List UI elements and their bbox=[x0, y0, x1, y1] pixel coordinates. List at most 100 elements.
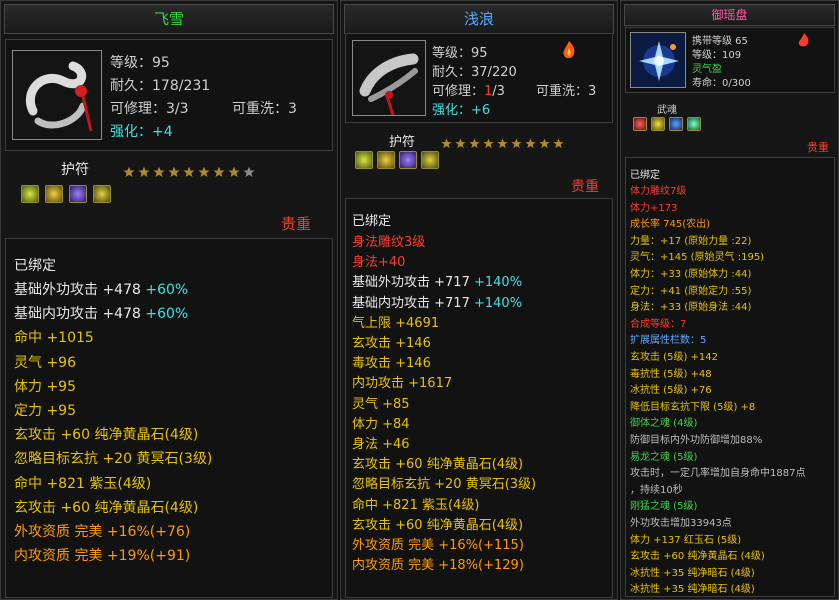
stat-text: 灵气 +85 bbox=[352, 396, 410, 412]
stat-text: 玄攻击 +60 纯净黄晶石 (4级) bbox=[630, 551, 765, 563]
item-image bbox=[352, 40, 426, 116]
stat-text: 外攻资质 完美 +16%(+76) bbox=[14, 524, 191, 540]
stat-text: 冰抗性 +35 纯净暗石 (4级) bbox=[630, 584, 755, 596]
item-title-bar: 飞雪 bbox=[4, 4, 334, 34]
stat-text: 忽略目标玄抗 +20 黄冥石(3级) bbox=[352, 477, 537, 493]
stat-text: 毒攻击 +146 bbox=[352, 356, 431, 372]
stat-line: 气上限 +4691 bbox=[352, 312, 439, 331]
item-tooltip-feixue: 飞雪 等级：95 耐久：178/231 可修理：3/3 可重洗：3 强化：+4 … bbox=[0, 0, 338, 600]
stat-line: 外功攻击增加33943点 bbox=[630, 514, 732, 529]
stat-text: 内攻资质 完美 +18%(+129) bbox=[352, 558, 524, 574]
star-filled-icon bbox=[441, 138, 452, 149]
star-rating bbox=[441, 133, 567, 152]
item-repair: 可修理：3/3 bbox=[110, 101, 189, 117]
star-filled-icon bbox=[198, 166, 210, 177]
bound-status: 已绑定 bbox=[14, 258, 56, 274]
stat-line: 体力 +84 bbox=[352, 413, 410, 432]
stat-line: 身法 +46 bbox=[352, 433, 410, 452]
strengthen-value: +4 bbox=[152, 124, 173, 140]
stat-text: 刚猛之魂 (5级) bbox=[630, 501, 698, 513]
item-title: 御瑶盘 bbox=[711, 8, 748, 22]
stat-text: 命中 +1015 bbox=[14, 330, 94, 347]
yellow-gem-icon bbox=[93, 185, 111, 203]
item-image bbox=[12, 50, 102, 140]
stat-list-box: 已绑定 基础外功攻击 +478 +60% 基础内功攻击 +478 +60% 命中 +… bbox=[5, 238, 333, 598]
fire-icon bbox=[563, 41, 575, 59]
star-filled-icon bbox=[153, 166, 165, 177]
stat-line: 降低目标玄抗下限 (5级) +8 bbox=[630, 398, 755, 413]
stat-bonus: +140% bbox=[473, 295, 523, 311]
stat-line: 基础内功攻击 +478 +60% bbox=[14, 303, 188, 323]
stat-text: 内攻资质 完美 +19%(+91) bbox=[14, 548, 191, 565]
item-title: 飞雪 bbox=[153, 10, 184, 28]
stat-text: 玄攻击 (5级) +142 bbox=[630, 352, 718, 363]
stat-line: 内攻资质 完美 +19%(+91) bbox=[14, 545, 190, 565]
item-title-bar: 浅浪 bbox=[344, 4, 614, 34]
stat-text: 体力 +84 bbox=[352, 416, 410, 432]
stat-line: 内攻资质 完美 +18%(+129) bbox=[352, 554, 524, 573]
stat-line: ，持续10秒 bbox=[630, 481, 683, 496]
stat-line: 忽略目标玄抗 +20 黄冥石(3级) bbox=[352, 473, 536, 492]
star-filled-icon bbox=[123, 166, 135, 177]
star-filled-icon bbox=[525, 138, 536, 149]
durability-label: 耐久： bbox=[432, 65, 472, 80]
item-rewash: 可重洗：3 bbox=[232, 101, 297, 117]
stat-text: 体力：+33 (原始体力 :44) bbox=[630, 269, 752, 280]
stat-line: 玄攻击 +146 bbox=[352, 332, 431, 351]
yellow-gem-icon bbox=[421, 151, 439, 169]
stat-line: 体力雕纹7级 bbox=[630, 182, 686, 197]
stat-line: 刚猛之魂 (5级) bbox=[630, 497, 697, 512]
stat-text: 气上限 +4691 bbox=[352, 315, 440, 331]
star-filled-icon bbox=[497, 138, 508, 149]
stat-line: 灵气 +96 bbox=[14, 352, 76, 372]
stat-text: 成长率 745(农出) bbox=[630, 219, 711, 231]
fire-icon bbox=[798, 33, 809, 47]
stat-text: 体力雕纹7级 bbox=[630, 186, 687, 197]
stat-line: 定力：+41 (原始定力 :55) bbox=[630, 282, 751, 297]
purple-gem-icon bbox=[69, 185, 87, 203]
stat-line: 身法+40 bbox=[352, 251, 405, 270]
item-strengthen: 强化：+4 bbox=[110, 121, 173, 141]
stat-text: 基础外功攻击 +717 bbox=[352, 275, 474, 291]
stat-text: 御体之魂 (4级) bbox=[630, 418, 698, 430]
item-info-box: 携带等级 65 等级：109 灵气盈 寿命：0/300 bbox=[625, 27, 835, 93]
stat-text: 忽略目标玄抗 +20 黄冥石(3级) bbox=[14, 451, 213, 468]
item-image bbox=[630, 32, 686, 88]
stat-text: 定力 +95 bbox=[14, 403, 76, 419]
stat-line: 扩展属性栏数：5 bbox=[630, 331, 706, 346]
stat-line: 玄攻击 +60 纯净黄晶石(4级) bbox=[14, 424, 198, 444]
stat-line: 冰抗性 (5级) +76 bbox=[630, 381, 712, 396]
stat-text: 命中 +821 紫玉(4级) bbox=[352, 497, 480, 513]
amulet-label: 护符 bbox=[389, 135, 416, 150]
star-filled-icon bbox=[539, 138, 550, 149]
stat-line: 冰抗性 +35 纯净暗石 (4级) bbox=[630, 564, 755, 579]
stat-line: 玄攻击 +60 纯净黄晶石(4级) bbox=[14, 497, 198, 517]
stat-line: 防御目标内外功防御增加88% bbox=[630, 431, 762, 446]
item-info-box: 等级：95 耐久：37/220 可修理：1/3 可重洗：3 强化：+6 bbox=[345, 33, 613, 123]
yellow-gem-icon bbox=[45, 185, 63, 203]
stat-text: 内功攻击 +1617 bbox=[352, 376, 453, 392]
rarity-label: 贵重 bbox=[281, 215, 312, 233]
pet-life: 寿命：0/300 bbox=[692, 78, 751, 89]
stat-line: 定力 +95 bbox=[14, 400, 76, 420]
stat-line: 基础内功攻击 +717 +140% bbox=[352, 292, 522, 311]
stat-text: 基础外功攻击 +478 bbox=[14, 282, 146, 298]
strengthen-label: 强化： bbox=[432, 103, 472, 118]
stat-text: 外功攻击增加33943点 bbox=[630, 518, 732, 529]
stat-text: 灵气 +96 bbox=[14, 354, 76, 371]
stat-text: 身法雕纹3级 bbox=[352, 235, 426, 250]
stat-bonus: +60% bbox=[145, 282, 189, 298]
bound-status: 已绑定 bbox=[352, 214, 392, 229]
stat-line: 灵气 +85 bbox=[352, 393, 410, 412]
stat-text: 毒抗性 (5级) +48 bbox=[630, 368, 712, 380]
spirit-status: 灵气盈 bbox=[692, 64, 722, 75]
stat-text: 基础内功攻击 +478 bbox=[14, 306, 146, 323]
star-disc-icon bbox=[631, 33, 685, 87]
item-info-box: 等级：95 耐久：178/231 可修理：3/3 可重洗：3 强化：+4 bbox=[5, 39, 333, 151]
star-filled-icon bbox=[228, 166, 240, 177]
star-empty-icon bbox=[243, 166, 255, 177]
item-rewash: 可重洗：3 bbox=[536, 84, 597, 99]
stat-line: 外攻资质 完美 +16%(+76) bbox=[14, 521, 190, 541]
stat-text: 扩展属性栏数：5 bbox=[630, 335, 707, 347]
stat-text: 体力 +95 bbox=[14, 378, 76, 395]
